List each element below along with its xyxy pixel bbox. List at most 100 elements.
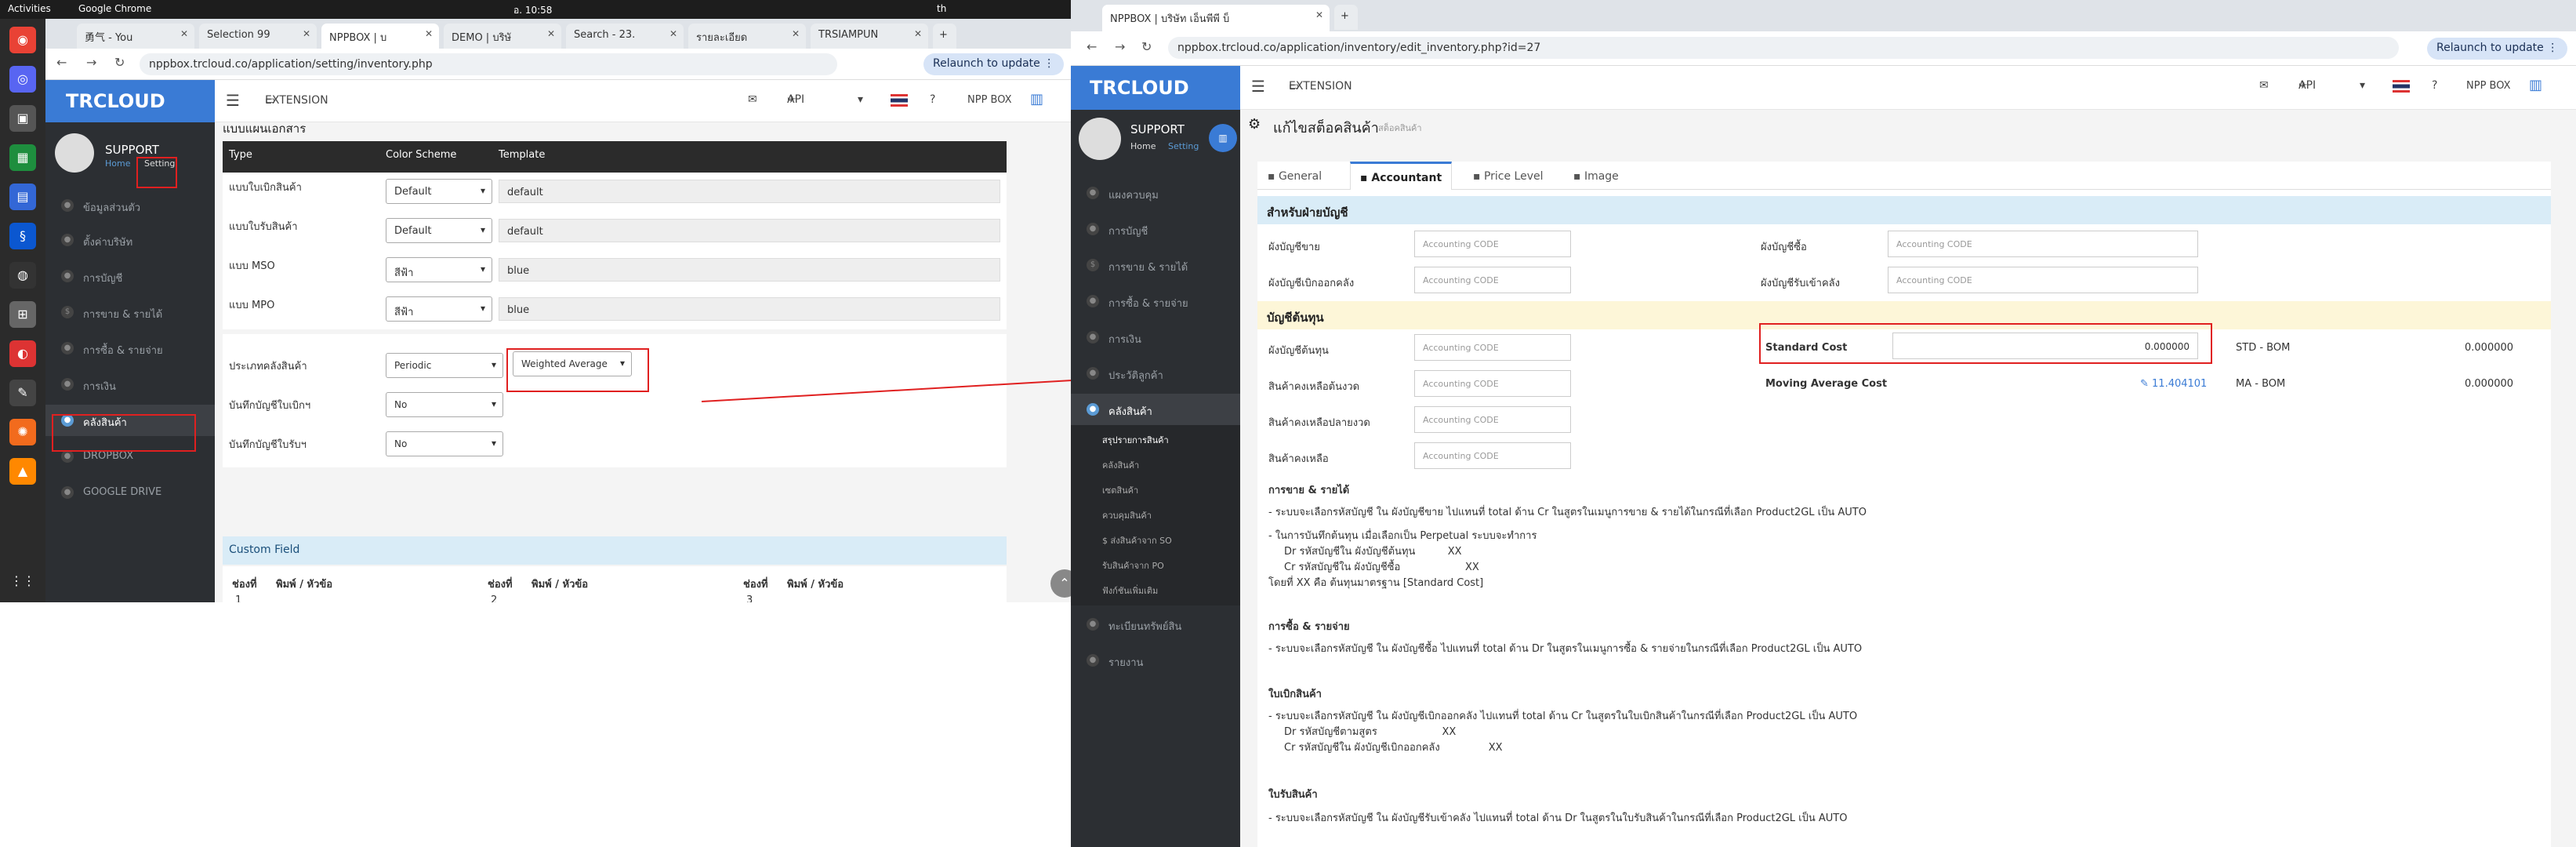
- mac-link[interactable]: ✎ 11.404101: [2140, 378, 2207, 390]
- heading-issue: ใบเบิกสินค้า: [1268, 689, 1322, 700]
- company-name: NPP BOX: [2466, 80, 2511, 92]
- in-account-input[interactable]: Accounting CODE: [1888, 267, 2198, 293]
- menu-report[interactable]: ● รายงาน: [1071, 645, 1240, 676]
- cost-account-input[interactable]: Accounting CODE: [1414, 334, 1571, 361]
- note-cr: Cr รหัสบัญชีใน ผังบัญชีซื้อ XX: [1284, 562, 1479, 573]
- note-issue: - ระบบจะเลือกรหัสบัญชี ใน ผังบัญชีเบิกออ…: [1268, 711, 1858, 722]
- menu-customer[interactable]: ● ประวัติลูกค้า: [1071, 358, 1240, 389]
- trcloud-logo[interactable]: TRCLOUD: [1071, 66, 1240, 110]
- tab-nppbox[interactable]: NPPBOX | บริษัท เอ็นพีพี บ็ ✕: [1102, 5, 1330, 31]
- end-stock-input[interactable]: Accounting CODE: [1414, 406, 1571, 433]
- cart-icon: ●: [1087, 295, 1099, 307]
- placeholder: Accounting CODE: [1423, 415, 1499, 425]
- placeholder: Accounting CODE: [1896, 239, 1972, 249]
- mail-icon[interactable]: ✉: [2259, 79, 2269, 92]
- tab-icon: ▪: [1268, 170, 1279, 183]
- tab-label: Image: [1584, 170, 1619, 183]
- user-icon: ●: [1087, 367, 1099, 380]
- menu-label: รายงาน: [1108, 657, 1144, 669]
- submenu-control[interactable]: ควบคุมสินค้า: [1102, 508, 1152, 522]
- placeholder: Accounting CODE: [1423, 451, 1499, 461]
- note-dr: Dr รหัสบัญชีใน ผังบัญชีต้นทุน XX: [1284, 546, 1462, 558]
- note-purchase: - ระบบจะเลือกรหัสบัญชี ใน ผังบัญชีซื้อ ไ…: [1268, 643, 1863, 655]
- app-header: ☰ ▭ EXTENSION ✉ ✈ API ▾ ? NPP BOX ▥: [1240, 66, 2576, 110]
- note-xx: โดยที่ XX คือ ต้นทุนมาตรฐาน [Standard Co…: [1268, 577, 1484, 589]
- note-issue-dr: Dr รหัสบัญชีตามสูตร XX: [1284, 726, 1457, 738]
- submenu-warehouse[interactable]: คลังสินค้า: [1102, 458, 1139, 472]
- reload-icon[interactable]: ↻: [1141, 39, 1152, 54]
- close-icon[interactable]: ✕: [1315, 9, 1323, 20]
- api-label: API: [2298, 79, 2317, 92]
- menu-dashboard[interactable]: ● แผงควบคุม: [1071, 177, 1240, 209]
- heading-sales: การขาย & รายได้: [1268, 485, 1350, 496]
- book-icon[interactable]: ▥: [2529, 77, 2542, 93]
- book-icon[interactable]: ▥: [1209, 124, 1237, 152]
- url-input[interactable]: nppbox.trcloud.co/application/inventory/…: [1168, 37, 2399, 59]
- note-sales: - ระบบจะเลือกรหัสบัญชี ใน ผังบัญชีขาย ไป…: [1268, 507, 1867, 518]
- menu-label: การเงิน: [1108, 334, 1141, 346]
- menu-assets[interactable]: ● ทะเบียนทรัพย์สิน: [1071, 609, 1240, 640]
- page-title: แก้ไขสต็อคสินค้า: [1273, 120, 1379, 136]
- buy-account-input[interactable]: Accounting CODE: [1888, 231, 2198, 257]
- menu-finance[interactable]: ● การเงิน: [1071, 322, 1240, 353]
- tab-label: Accountant: [1371, 172, 1442, 184]
- submenu-summary[interactable]: สรุปรายการสินค้า: [1102, 433, 1169, 447]
- menu-sales[interactable]: $ การขาย & รายได้: [1071, 249, 1240, 281]
- tab-strip: NPPBOX | บริษัท เอ็นพีพี บ็ ✕ +: [1071, 0, 2576, 31]
- right-browser-window: NPPBOX | บริษัท เอ็นพีพี บ็ ✕ + ← → ↻ npp…: [1071, 0, 2576, 847]
- menu-label: การบัญชี: [1108, 226, 1148, 238]
- menu-label: การขาย & รายได้: [1108, 262, 1188, 274]
- tab-general[interactable]: ▪ General: [1257, 162, 1332, 190]
- extension-label: EXTENSION: [1289, 80, 1352, 93]
- logo-text: TRCLOUD: [1090, 77, 1189, 99]
- tab-label: Price Level: [1483, 170, 1544, 183]
- note-receive: - ระบบจะเลือกรหัสบัญชี ใน ผังบัญชีรับเข้…: [1268, 812, 1848, 824]
- menu-accounting[interactable]: ● การบัญชี: [1071, 213, 1240, 245]
- menu-label: ประวัติลูกค้า: [1108, 370, 1163, 382]
- mac-value: 11.404101: [2152, 378, 2208, 390]
- tab-price-level[interactable]: ▪ Price Level: [1463, 162, 1554, 190]
- url-text: nppbox.trcloud.co/application/inventory/…: [1177, 42, 1541, 54]
- placeholder: Accounting CODE: [1423, 379, 1499, 389]
- menu-label: การซื้อ & รายจ่าย: [1108, 298, 1188, 310]
- menu-inventory[interactable]: ● คลังสินค้า: [1071, 394, 1240, 425]
- sale-account-input[interactable]: Accounting CODE: [1414, 231, 1571, 257]
- home-link[interactable]: Home: [1130, 141, 1156, 151]
- address-bar-row: ← → ↻ nppbox.trcloud.co/application/inve…: [1071, 31, 2576, 66]
- ma-bom-value: 0.000000: [2465, 378, 2514, 390]
- avatar: [1079, 118, 1121, 160]
- back-icon[interactable]: ←: [1087, 39, 1097, 54]
- tab-accountant[interactable]: ▪ Accountant: [1350, 162, 1453, 190]
- hamburger-icon[interactable]: ☰: [1251, 77, 1265, 96]
- out-account-input[interactable]: Accounting CODE: [1414, 267, 1571, 293]
- cubes-icon: ⚙: [1248, 116, 1261, 133]
- acc-label: ผังบัญชีเบิกออกคลัง: [1268, 278, 1355, 289]
- dashboard-icon: ●: [1087, 187, 1099, 199]
- placeholder: Accounting CODE: [1423, 343, 1499, 353]
- acc-label: ผังบัญชีรับเข้าคลัง: [1761, 278, 1840, 289]
- menu-label: แผงควบคุม: [1108, 190, 1159, 202]
- flag-icon[interactable]: [2393, 80, 2410, 93]
- submenu-receive-po[interactable]: รับสินค้าจาก PO: [1102, 558, 1164, 573]
- begin-stock-input[interactable]: Accounting CODE: [1414, 370, 1571, 397]
- help-icon[interactable]: ?: [2432, 79, 2437, 92]
- new-tab-button[interactable]: +: [1334, 5, 1358, 30]
- chevron-down-icon[interactable]: ▾: [2360, 79, 2365, 92]
- tab-image[interactable]: ▪ Image: [1563, 162, 1629, 190]
- forward-icon[interactable]: →: [1115, 39, 1125, 54]
- relaunch-button[interactable]: Relaunch to update ⋮: [2427, 38, 2568, 60]
- submenu-set[interactable]: เซตสินค้า: [1102, 483, 1138, 497]
- submenu-extra[interactable]: ฟังก์ชันเพิ่มเติม: [1102, 583, 1158, 598]
- asset-icon: ●: [1087, 618, 1099, 631]
- cost-label: สินค้าคงเหลือปลายงวด: [1268, 417, 1370, 429]
- user-name: SUPPORT: [1130, 122, 1185, 136]
- heading-purchase: การซื้อ & รายจ่าย: [1268, 621, 1350, 633]
- right-sidebar: SUPPORT Home Setting ▥ ● แผงควบคุม ● การบั…: [1071, 110, 1240, 847]
- tab-label: NPPBOX | บริษัท เอ็นพีพี บ็: [1110, 13, 1230, 25]
- setting-link[interactable]: Setting: [1168, 141, 1199, 151]
- submenu-ship-so[interactable]: $ ส่งสินค้าจาก SO: [1102, 533, 1172, 547]
- menu-purchase[interactable]: ● การซื้อ & รายจ่าย: [1071, 285, 1240, 317]
- main-content: ⚙ แก้ไขสต็อคสินค้า สต็อคสินค้า ▪ General…: [1240, 110, 2576, 847]
- stock-input[interactable]: Accounting CODE: [1414, 442, 1571, 469]
- heading-receive: ใบรับสินค้า: [1268, 789, 1318, 801]
